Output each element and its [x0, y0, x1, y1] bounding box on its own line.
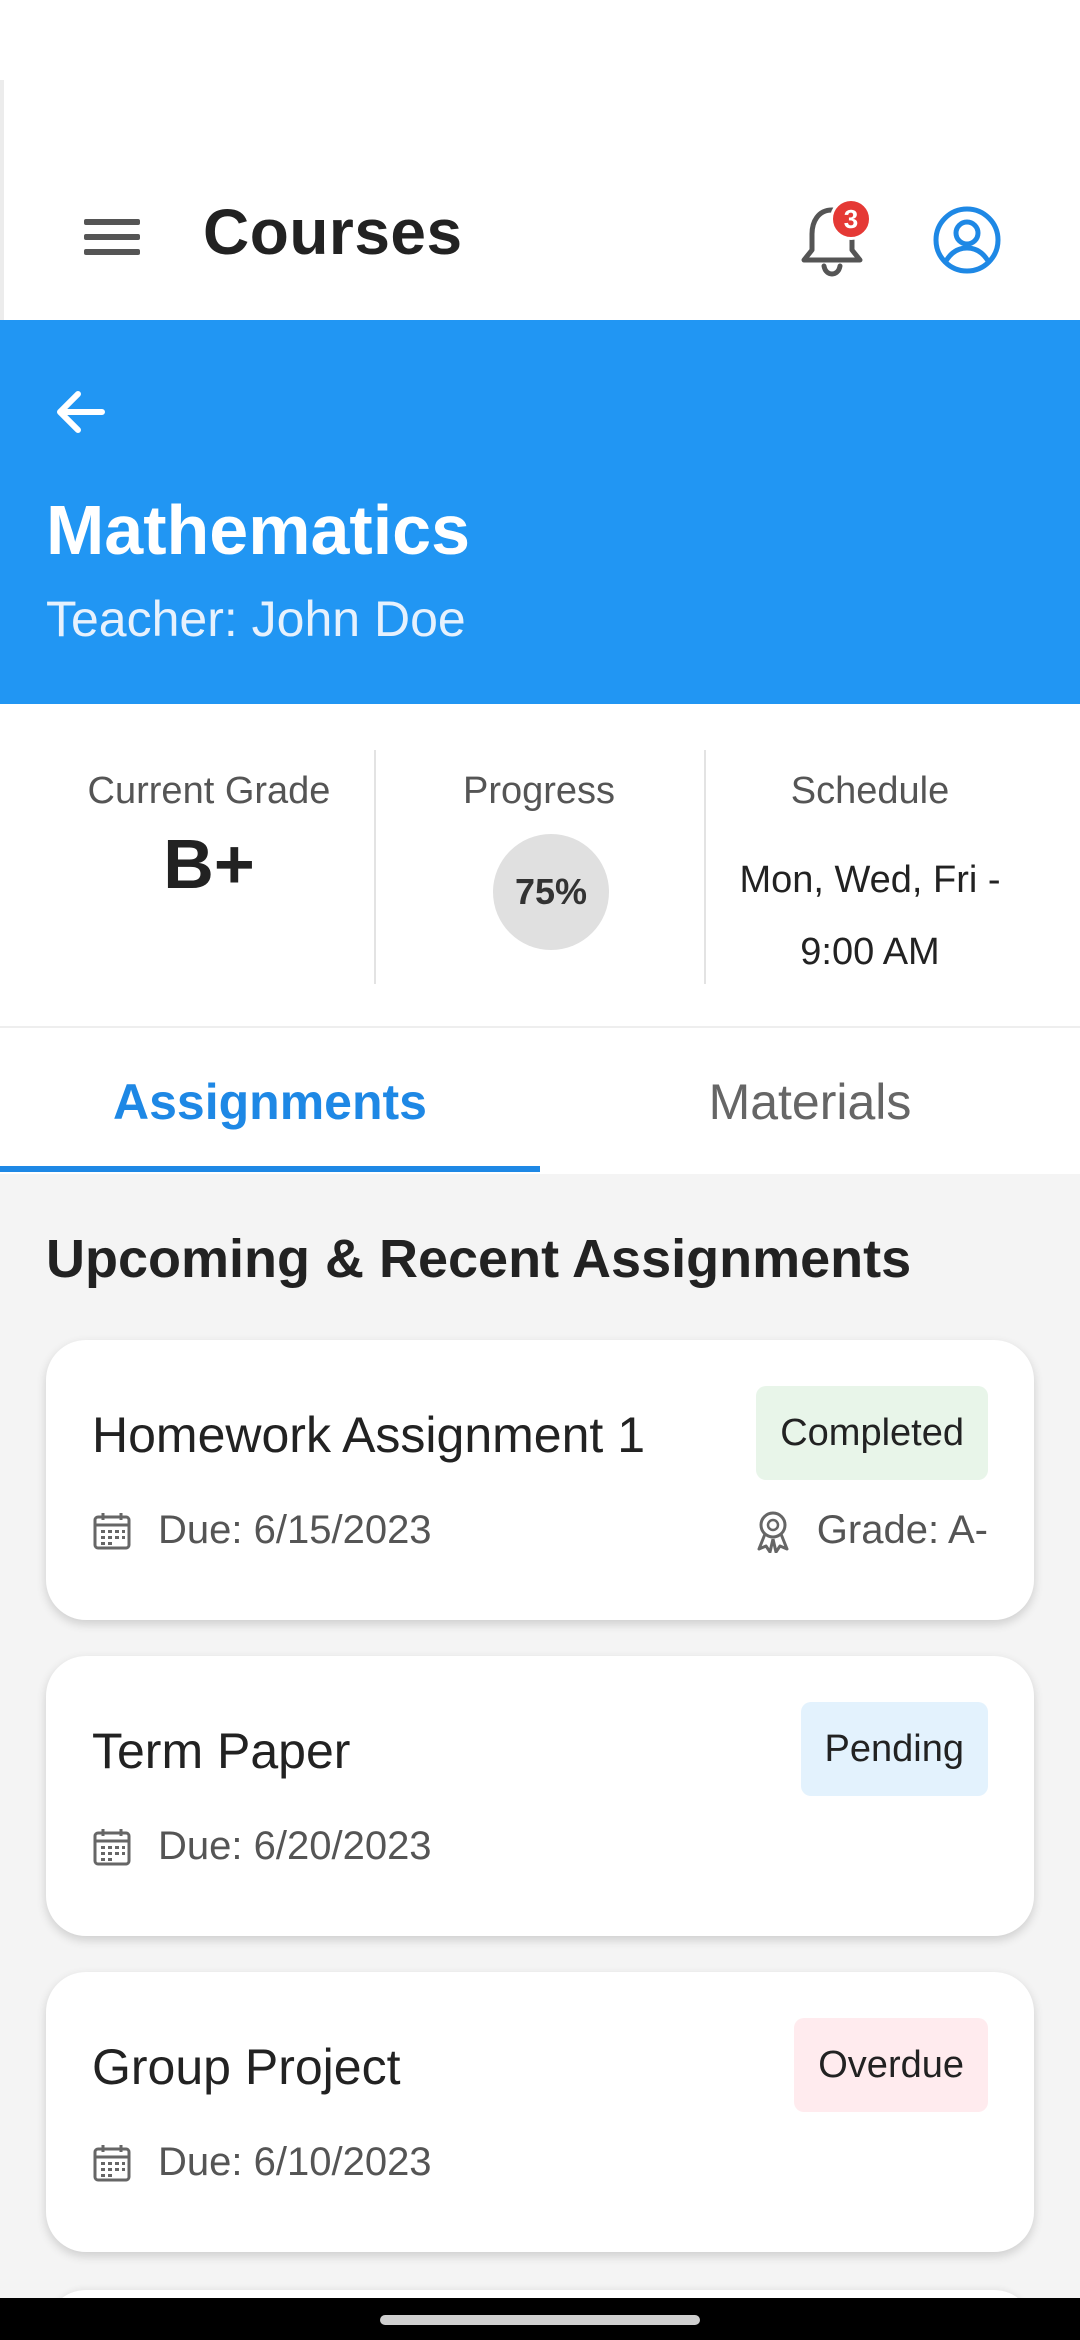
tab-indicator	[0, 1166, 540, 1172]
calendar-icon	[93, 2144, 131, 2181]
app-bar	[0, 80, 1080, 320]
due-date: Due: 6/20/2023	[92, 1824, 432, 1869]
due-date: Due: 6/10/2023	[92, 2140, 432, 2185]
assignment-title: Group Project	[92, 2039, 401, 2095]
schedule-value: Mon, Wed, Fri - 9:00 AM	[705, 844, 1035, 988]
course-teacher: Teacher: John Doe	[46, 591, 466, 647]
due-date-text: Due: 6/10/2023	[158, 2140, 432, 2184]
home-indicator[interactable]	[380, 2315, 700, 2325]
due-date-text: Due: 6/15/2023	[158, 1508, 432, 1552]
hamburger-menu-icon	[84, 219, 140, 255]
stat-current-grade: Current Grade B+	[44, 704, 374, 1028]
calendar-icon	[93, 1512, 131, 1549]
assignment-title: Term Paper	[92, 1723, 351, 1779]
course-title: Mathematics	[46, 491, 471, 569]
assignment-card[interactable]: Term Paper Pending Due: 6/20/2023	[46, 1656, 1034, 1936]
due-date-text: Due: 6/20/2023	[158, 1824, 432, 1868]
status-badge: Pending	[800, 1702, 988, 1796]
due-date: Due: 6/15/2023	[92, 1508, 432, 1553]
drawer-edge	[0, 80, 4, 320]
schedule-days: Mon, Wed, Fri -	[739, 859, 1001, 901]
arrow-left-icon	[57, 391, 105, 433]
back-button[interactable]	[48, 380, 112, 444]
status-badge: Completed	[756, 1386, 988, 1480]
status-bar	[0, 0, 1080, 80]
menu-button[interactable]	[80, 205, 144, 269]
award-icon	[757, 1511, 789, 1553]
section-title: Upcoming & Recent Assignments	[46, 1229, 912, 1289]
stat-progress: Progress 75%	[374, 704, 704, 1028]
grade-text: Grade: A-	[816, 1508, 988, 1552]
tab-assignments[interactable]: Assignments	[0, 1030, 540, 1174]
profile-button[interactable]	[932, 205, 1002, 275]
schedule-time: 9:00 AM	[800, 931, 940, 973]
status-badge: Overdue	[794, 2018, 988, 2112]
progress-circle: 75%	[493, 834, 609, 950]
stat-label: Progress	[462, 770, 616, 812]
page-title: Courses	[203, 196, 463, 268]
tab-bar: Assignments Materials	[0, 1030, 1080, 1174]
notification-badge: 3	[830, 198, 872, 240]
assignment-title: Homework Assignment 1	[92, 1407, 646, 1463]
user-circle-icon	[933, 206, 1001, 274]
assignment-card[interactable]: Homework Assignment 1 Completed Due: 6/1…	[46, 1340, 1034, 1620]
stat-schedule: Schedule Mon, Wed, Fri - 9:00 AM	[705, 704, 1035, 1028]
tab-materials[interactable]: Materials	[540, 1030, 1080, 1174]
course-stats: Current Grade B+ Progress 75% Schedule M…	[0, 704, 1080, 1028]
assignment-card[interactable]: Group Project Overdue Due: 6/10/2023	[46, 1972, 1034, 2252]
grade-value: B+	[163, 825, 255, 903]
calendar-icon	[93, 1828, 131, 1865]
stat-label: Schedule	[790, 770, 950, 812]
stat-label: Current Grade	[87, 770, 331, 812]
assignment-grade: Grade: A-	[753, 1508, 988, 1553]
